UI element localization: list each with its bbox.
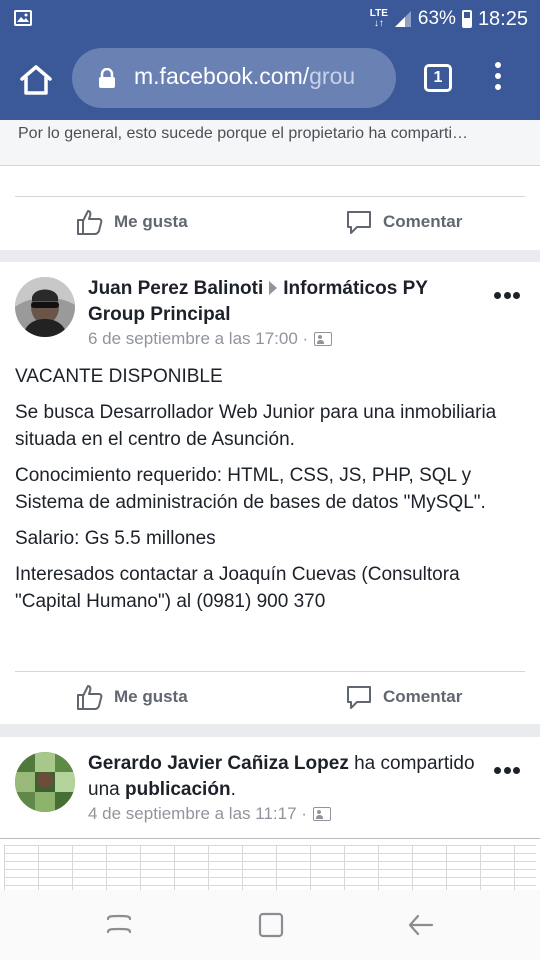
image-icon bbox=[14, 10, 32, 26]
spreadsheet-grid bbox=[4, 845, 536, 890]
post-author-line: Gerardo Javier Cañiza Lopez ha compartid… bbox=[88, 751, 478, 803]
shared-to-arrow-icon bbox=[269, 281, 278, 295]
post-paragraph: Interesados contactar a Joaquín Cuevas (… bbox=[15, 564, 460, 612]
timestamp-text: 4 de septiembre a las 11:17 · bbox=[88, 804, 307, 823]
status-bar: LTE ↓↑ 63% 18:25 bbox=[0, 0, 540, 38]
like-icon bbox=[77, 685, 103, 710]
post-card: Juan Perez Balinoti Informáticos PY Group… bbox=[0, 262, 540, 724]
post-paragraph: VACANTE DISPONIBLE bbox=[15, 366, 223, 387]
shared-image-preview[interactable] bbox=[0, 838, 540, 890]
more-vert-icon[interactable] bbox=[490, 62, 506, 96]
like-button[interactable]: Me gusta bbox=[76, 683, 188, 711]
recents-icon[interactable] bbox=[104, 910, 134, 940]
battery-icon bbox=[461, 10, 472, 28]
more-horiz-icon[interactable] bbox=[494, 292, 520, 300]
avatar[interactable] bbox=[15, 752, 75, 812]
post-author-line: Juan Perez Balinoti Informáticos PY Group… bbox=[88, 276, 478, 328]
home-button[interactable] bbox=[16, 60, 56, 100]
url-text[interactable]: m.facebook.com/grou bbox=[134, 63, 355, 90]
audience-icon bbox=[314, 332, 333, 346]
tabs-button[interactable]: 1 bbox=[424, 64, 452, 92]
post-body: VACANTE DISPONIBLE Se busca Desarrollado… bbox=[15, 363, 525, 624]
like-label: Me gusta bbox=[114, 212, 188, 231]
previous-post-actions: Me gusta Comentar bbox=[0, 166, 540, 250]
browser-toolbar: m.facebook.com/grou 1 bbox=[0, 38, 540, 120]
post-card: Gerardo Javier Cañiza Lopez ha compartid… bbox=[0, 737, 540, 838]
post-paragraph: Salario: Gs 5.5 millones bbox=[15, 528, 216, 549]
post-timestamp[interactable]: 4 de septiembre a las 11:17 · bbox=[88, 804, 331, 824]
shared-content-notice: Por lo general, esto sucede porque el pr… bbox=[0, 120, 540, 166]
like-icon bbox=[77, 210, 103, 235]
lock-icon bbox=[99, 68, 115, 88]
post-paragraph: Conocimiento requerido: HTML, CSS, JS, P… bbox=[15, 465, 486, 513]
audience-icon bbox=[312, 807, 331, 821]
post-timestamp[interactable]: 6 de septiembre a las 17:00 · bbox=[88, 329, 333, 349]
home-icon bbox=[20, 65, 52, 95]
signal-icon bbox=[394, 11, 411, 27]
divider bbox=[15, 196, 525, 197]
divider bbox=[15, 671, 525, 672]
timestamp-text: 6 de septiembre a las 17:00 · bbox=[88, 329, 309, 348]
avatar[interactable] bbox=[15, 277, 75, 337]
more-horiz-icon[interactable] bbox=[494, 767, 520, 775]
like-button[interactable]: Me gusta bbox=[76, 208, 188, 236]
network-type: LTE ↓↑ bbox=[369, 8, 388, 29]
android-navigation-bar bbox=[0, 890, 540, 960]
post-paragraph: Se busca Desarrollador Web Junior para u… bbox=[15, 402, 497, 450]
sentence-end: . bbox=[230, 779, 236, 800]
comment-icon bbox=[347, 686, 371, 709]
url-bar[interactable]: m.facebook.com/grou bbox=[72, 48, 396, 108]
overview-icon[interactable] bbox=[256, 910, 286, 940]
author-name[interactable]: Juan Perez Balinoti bbox=[88, 278, 263, 299]
comment-button[interactable]: Comentar bbox=[345, 208, 462, 236]
comment-icon bbox=[347, 211, 371, 234]
comment-label: Comentar bbox=[383, 212, 463, 231]
like-label: Me gusta bbox=[114, 687, 188, 706]
comment-button[interactable]: Comentar bbox=[345, 683, 462, 711]
notice-text: Por lo general, esto sucede porque el pr… bbox=[18, 125, 469, 142]
clock: 18:25 bbox=[477, 7, 528, 30]
comment-label: Comentar bbox=[383, 687, 463, 706]
battery-percent: 63% bbox=[417, 8, 456, 29]
back-icon[interactable] bbox=[406, 910, 436, 940]
shared-object-link[interactable]: publicación bbox=[125, 779, 231, 800]
author-name[interactable]: Gerardo Javier Cañiza Lopez bbox=[88, 753, 349, 774]
